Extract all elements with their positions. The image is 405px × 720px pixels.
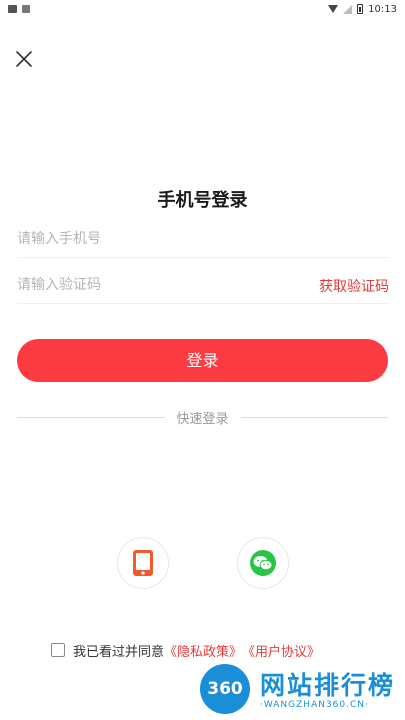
phone-icon — [133, 550, 153, 576]
wechat-quick-login-button[interactable] — [237, 537, 289, 589]
agreement-checkbox[interactable] — [51, 643, 65, 657]
wifi-icon — [328, 5, 339, 13]
phone-input[interactable] — [17, 220, 277, 258]
wechat-icon — [250, 550, 276, 576]
status-left — [8, 5, 30, 13]
close-icon — [16, 51, 32, 67]
page-title: 手机号登录 — [157, 190, 248, 211]
phone-quick-login-button[interactable] — [117, 537, 169, 589]
quick-login-label: 快速登录 — [176, 411, 229, 427]
login-button[interactable]: 登录 — [17, 339, 388, 382]
phone-field-row — [17, 220, 389, 258]
gallery-notification-icon — [8, 5, 17, 13]
verification-code-input[interactable] — [17, 266, 277, 304]
watermark-subtitle: ·WANGZHAN360.CN· — [260, 700, 369, 710]
close-button[interactable] — [14, 49, 34, 69]
status-right: 10:13 — [328, 4, 397, 15]
status-bar: 10:13 — [0, 0, 405, 18]
user-agreement-link[interactable]: 《用户协议》 — [242, 641, 320, 660]
status-time: 10:13 — [368, 3, 397, 15]
code-field-row: 获取验证码 — [17, 266, 389, 304]
agreement-text: 我已看过并同意 — [73, 644, 165, 660]
privacy-policy-link[interactable]: 《隐私政策》 — [164, 641, 242, 660]
quick-login-divider: 快速登录 — [17, 408, 389, 427]
divider-line-right — [240, 416, 389, 418]
watermark-title: 网站排行榜 — [260, 671, 396, 700]
app-notification-icon — [22, 5, 30, 13]
watermark-logo: 360 网站排行榜 ·WANGZHAN360.CN· — [200, 664, 405, 720]
battery-icon — [357, 4, 364, 14]
get-code-button[interactable]: 获取验证码 — [319, 276, 389, 296]
divider-line-left — [17, 416, 165, 418]
agreement-row: 我已看过并同意 《隐私政策》 《用户协议》 — [51, 640, 320, 660]
signal-icon — [343, 4, 353, 14]
watermark-badge: 360 — [200, 664, 250, 714]
